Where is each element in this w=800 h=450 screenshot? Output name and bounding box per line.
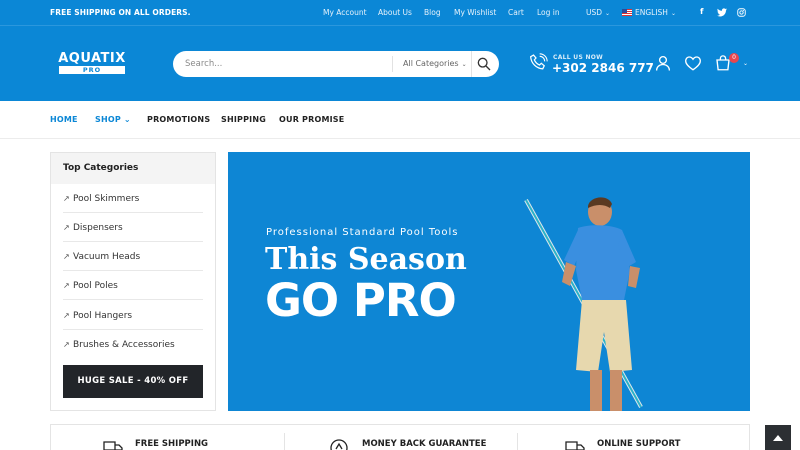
chevron-down-icon[interactable]: ⌄ bbox=[743, 60, 748, 67]
arrow-icon: ↗ bbox=[63, 281, 70, 290]
arrow-icon: ↗ bbox=[63, 311, 70, 320]
category-select[interactable]: All Categories ⌄ bbox=[403, 59, 467, 68]
nav-our-promise[interactable]: OUR PROMISE bbox=[279, 115, 344, 124]
sidebar-item-dispensers[interactable]: ↗ Dispensers bbox=[63, 213, 203, 242]
us-flag-icon bbox=[622, 9, 632, 16]
sidebar-item-label: Pool Poles bbox=[73, 281, 118, 291]
arrow-icon: ↗ bbox=[63, 340, 70, 349]
divider bbox=[517, 433, 518, 450]
sidebar-item-label: Pool Skimmers bbox=[73, 194, 140, 204]
huge-sale-button[interactable]: HUGE SALE - 40% OFF bbox=[63, 365, 203, 398]
chevron-down-icon: ⌄ bbox=[461, 61, 467, 68]
feature-online-support: ONLINE SUPPORT bbox=[597, 439, 681, 449]
phone-icon bbox=[530, 53, 548, 70]
wishlist-link[interactable]: My Wishlist bbox=[454, 8, 496, 17]
currency-value: USD bbox=[586, 8, 603, 17]
blog-link[interactable]: Blog bbox=[424, 8, 441, 17]
sidebar-item-pool-hangers[interactable]: ↗ Pool Hangers bbox=[63, 301, 203, 330]
divider bbox=[284, 433, 285, 450]
call-label: CALL US NOW bbox=[553, 54, 604, 61]
chevron-down-icon: ⌄ bbox=[670, 10, 676, 17]
banner-headline: This Season bbox=[265, 242, 467, 277]
divider bbox=[471, 51, 472, 77]
sidebar-item-label: Dispensers bbox=[73, 223, 123, 233]
nav-shop-label: SHOP bbox=[95, 115, 121, 124]
promo-text: FREE SHIPPING ON ALL ORDERS. bbox=[50, 8, 191, 17]
nav-home[interactable]: HOME bbox=[50, 115, 78, 124]
sidebar-item-pool-poles[interactable]: ↗ Pool Poles bbox=[63, 271, 203, 300]
support-icon bbox=[565, 441, 585, 450]
truck-icon bbox=[103, 441, 123, 450]
currency-select[interactable]: USD ⌄ bbox=[586, 8, 610, 17]
sidebar-item-label: Vacuum Heads bbox=[73, 252, 141, 262]
arrow-icon: ↗ bbox=[63, 194, 70, 203]
nav-shop[interactable]: SHOP ⌄ bbox=[95, 115, 131, 124]
sidebar-item-brushes[interactable]: ↗ Brushes & Accessories bbox=[63, 330, 203, 359]
arrow-icon: ↗ bbox=[63, 223, 70, 232]
site-header: FREE SHIPPING ON ALL ORDERS. My Account … bbox=[0, 0, 800, 101]
instagram-icon[interactable] bbox=[737, 8, 746, 17]
nav-shipping[interactable]: SHIPPING bbox=[221, 115, 266, 124]
cart-count-badge: 0 bbox=[729, 53, 739, 63]
chevron-down-icon: ⌄ bbox=[605, 10, 611, 17]
main-nav: HOME SHOP ⌄ PROMOTIONS SHIPPING OUR PROMI… bbox=[0, 101, 800, 139]
nav-promotions[interactable]: PROMOTIONS bbox=[147, 115, 210, 124]
category-value: All Categories bbox=[403, 59, 459, 68]
scroll-to-top-icon[interactable] bbox=[765, 425, 791, 450]
call-number[interactable]: +302 2846 777 bbox=[552, 61, 654, 75]
hero-banner[interactable]: Professional Standard Pool Tools This Se… bbox=[228, 152, 750, 411]
chevron-down-icon: ⌄ bbox=[123, 115, 131, 124]
logo-sub: PRO bbox=[59, 66, 125, 74]
sidebar-item-vacuum-heads[interactable]: ↗ Vacuum Heads bbox=[63, 242, 203, 271]
money-back-icon bbox=[330, 439, 348, 450]
heart-icon[interactable] bbox=[684, 54, 702, 72]
search-input[interactable] bbox=[185, 57, 385, 71]
feature-money-back: MONEY BACK GUARANTEE bbox=[362, 439, 487, 449]
arrow-icon: ↗ bbox=[63, 252, 70, 261]
banner-subtitle: Professional Standard Pool Tools bbox=[266, 227, 459, 238]
twitter-icon[interactable] bbox=[717, 8, 727, 17]
sidebar-item-label: Brushes & Accessories bbox=[73, 340, 175, 350]
user-icon[interactable] bbox=[654, 54, 672, 72]
banner-headline-large: GO PRO bbox=[265, 274, 457, 327]
language-select[interactable]: ENGLISH ⌄ bbox=[622, 8, 676, 17]
search-bar: All Categories⌄ bbox=[173, 51, 499, 77]
about-us-link[interactable]: About Us bbox=[378, 8, 412, 17]
features-bar: FREE SHIPPING MONEY BACK GUARANTEE ONLIN… bbox=[50, 424, 750, 450]
my-account-link[interactable]: My Account bbox=[323, 8, 367, 17]
sidebar-item-pool-skimmers[interactable]: ↗ Pool Skimmers bbox=[63, 184, 203, 213]
facebook-icon[interactable]: f bbox=[700, 7, 703, 16]
sidebar-header: Top Categories bbox=[51, 153, 215, 184]
site-logo[interactable]: AQUATIX PRO bbox=[58, 51, 126, 75]
category-sidebar: Top Categories ↗ Pool Skimmers ↗ Dispenser… bbox=[50, 152, 216, 411]
sidebar-title: Top Categories bbox=[63, 163, 139, 173]
feature-free-shipping: FREE SHIPPING bbox=[135, 439, 209, 449]
top-bar: FREE SHIPPING ON ALL ORDERS. My Account … bbox=[0, 0, 800, 26]
cart-link[interactable]: Cart bbox=[508, 8, 524, 17]
hero-person-image bbox=[524, 197, 643, 411]
language-value: ENGLISH bbox=[635, 8, 668, 17]
logo-wordmark: AQUATIX bbox=[58, 51, 126, 66]
login-link[interactable]: Log in bbox=[537, 8, 560, 17]
sidebar-item-label: Pool Hangers bbox=[73, 311, 133, 321]
search-icon[interactable] bbox=[475, 56, 493, 72]
divider bbox=[392, 56, 393, 72]
